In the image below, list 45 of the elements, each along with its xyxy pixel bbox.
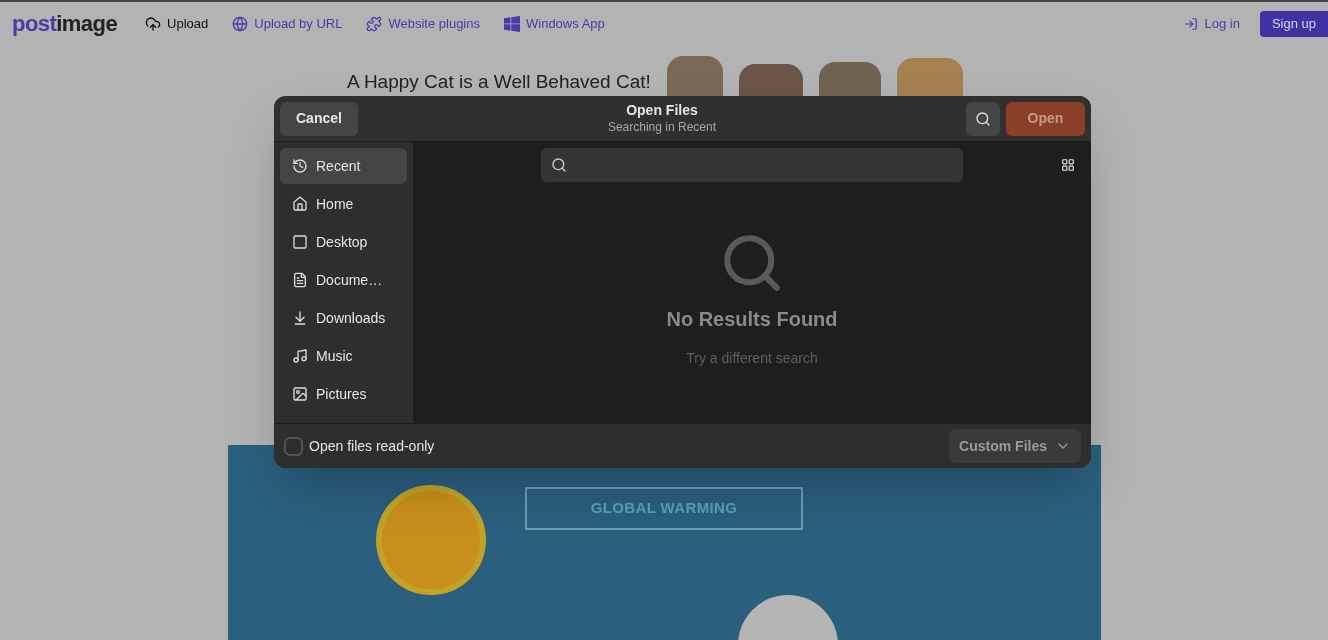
- search-icon: [975, 110, 991, 127]
- home-icon: [292, 196, 308, 212]
- dialog-subtitle: Searching in Recent: [607, 119, 716, 135]
- photo-placeholder: [818, 62, 881, 98]
- sidebar-item[interactable]: Pictures: [280, 376, 407, 412]
- document-icon: [292, 272, 308, 288]
- sidebar-item[interactable]: Music: [280, 338, 407, 374]
- site-logo[interactable]: postimage: [12, 13, 118, 35]
- signup-button[interactable]: Sign up: [1259, 11, 1328, 37]
- globe-icon: [232, 16, 249, 32]
- read-only-label: Open files read-only: [309, 436, 435, 456]
- sidebar-item[interactable]: Recent: [280, 148, 407, 184]
- nav-link[interactable]: Windows App: [504, 14, 605, 34]
- music-note-icon: [292, 348, 308, 364]
- picture-icon: [292, 386, 308, 402]
- sidebar-item[interactable]: Downloads: [280, 300, 407, 336]
- dialog-title: Open Files: [626, 102, 698, 120]
- sidebar-item[interactable]: Home: [280, 186, 407, 222]
- search-field[interactable]: [541, 148, 963, 182]
- photo-placeholder: [666, 56, 723, 98]
- history-icon: [292, 158, 308, 174]
- empty-title: No Results Found: [666, 307, 838, 332]
- search-icon: [551, 157, 567, 173]
- cancel-button[interactable]: Cancel: [280, 101, 358, 136]
- login-link[interactable]: Log in: [1184, 14, 1240, 34]
- nav-link[interactable]: Upload: [145, 14, 209, 34]
- puzzle-icon: [366, 16, 383, 32]
- sidebar-item[interactable]: Desktop: [280, 224, 407, 260]
- sidebar-item[interactable]: Docume…: [280, 262, 407, 298]
- nav-link[interactable]: Website plugins: [366, 14, 480, 34]
- file-filter-dropdown[interactable]: Custom Files: [949, 429, 1081, 463]
- checkbox[interactable]: [284, 436, 303, 456]
- illustration-title: GLOBAL WARMING: [524, 487, 804, 530]
- download-icon: [292, 310, 308, 326]
- photo-placeholder: [896, 58, 963, 98]
- empty-hint: Try a different search: [686, 349, 818, 368]
- login-icon: [1184, 17, 1199, 31]
- search-button[interactable]: [966, 101, 1000, 136]
- banner-caption: A Happy Cat is a Well Behaved Cat!: [347, 69, 651, 94]
- windows-logo-icon: [504, 16, 520, 32]
- grid-view-icon[interactable]: [1061, 158, 1075, 172]
- nav-link[interactable]: Upload by URL: [232, 14, 343, 34]
- cloud-upload-icon: [145, 16, 162, 32]
- desktop-icon: [292, 234, 308, 250]
- photo-placeholder: [738, 64, 803, 98]
